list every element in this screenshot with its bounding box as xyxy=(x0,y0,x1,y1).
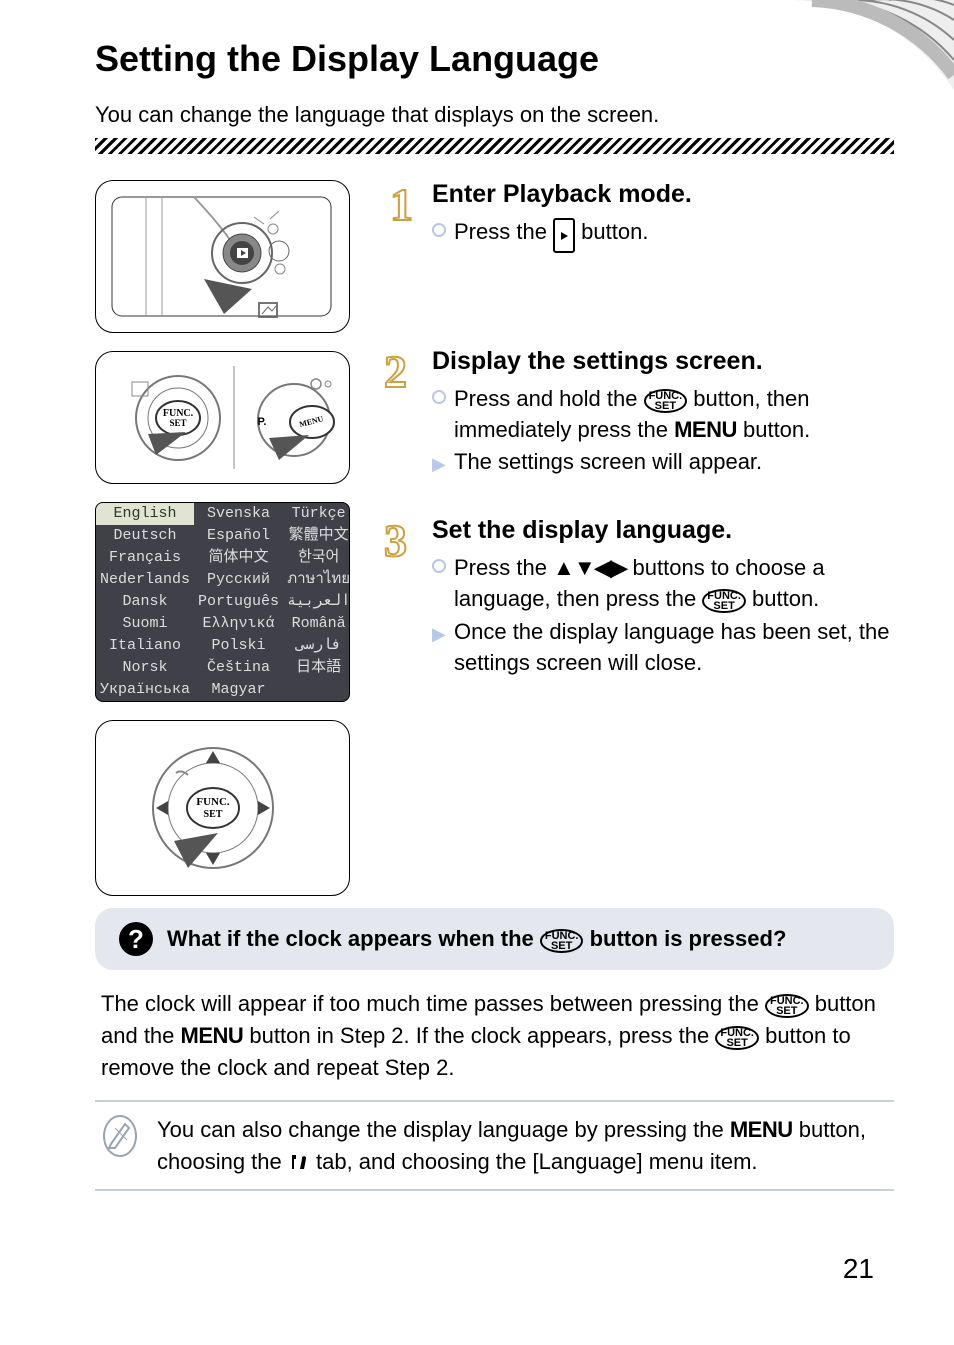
step-3-bullet-2: ▶ Once the display language has been set… xyxy=(432,617,894,679)
tip-heading-post: button is pressed? xyxy=(583,926,786,951)
arrow-bullet-icon: ▶ xyxy=(432,622,446,647)
step-3-heading: Set the display language. xyxy=(432,516,894,545)
illustration-playback xyxy=(95,180,350,333)
tip-heading-bar: ? What if the clock appears when the FUN… xyxy=(95,908,894,970)
page-number: 21 xyxy=(843,1253,874,1285)
step-number-2: 2 xyxy=(380,347,422,480)
language-cell: ภาษาไทย xyxy=(283,569,350,591)
func-set-icon: FUNC.SET xyxy=(715,1026,759,1050)
language-table: EnglishSvenskaTürkçe DeutschEspañol繁體中文 Fr… xyxy=(95,502,350,702)
language-cell: Русский xyxy=(194,569,283,591)
language-cell: Română xyxy=(283,613,350,635)
step-1-text-pre: Press the xyxy=(454,219,553,244)
tip-heading-pre: What if the clock appears when the xyxy=(167,926,540,951)
divider-hatch xyxy=(95,138,894,154)
illustration-wheel: FUNC. SET xyxy=(95,720,350,896)
step-number-3: 3 xyxy=(380,516,422,680)
language-cell: Dansk xyxy=(96,591,194,613)
left-column: FUNC. SET MENU P. EnglishSvenskaTürkçe De… xyxy=(95,180,350,896)
tip-body: The clock will appear if too much time p… xyxy=(95,988,894,1084)
language-cell: Deutsch xyxy=(96,525,194,547)
svg-text:P.: P. xyxy=(258,416,267,428)
step-3-result: Once the display language has been set, … xyxy=(454,617,894,679)
t: Press and hold the xyxy=(454,386,644,411)
tip-body-3: button in Step 2. If the clock appears, … xyxy=(243,1023,715,1048)
note-post: tab, and choosing the [Language] menu it… xyxy=(310,1149,758,1174)
t: button. xyxy=(746,586,819,611)
language-cell: Norsk xyxy=(96,657,194,679)
step-3-bullet-1: Press the ▲▼◀▶ buttons to choose a langu… xyxy=(432,553,894,615)
language-cell: Español xyxy=(194,525,283,547)
note-pre: You can also change the display language… xyxy=(157,1117,730,1142)
language-cell: Italiano xyxy=(96,635,194,657)
language-cell: Nederlands xyxy=(96,569,194,591)
illustration-func-menu: FUNC. SET MENU P. xyxy=(95,351,350,484)
func-set-icon: FUNC.SET xyxy=(765,994,809,1018)
playback-icon xyxy=(553,218,575,253)
func-set-icon: FUNC.SET xyxy=(540,929,584,953)
step-1-text-post: button. xyxy=(575,219,648,244)
t: Press the xyxy=(454,555,553,580)
question-icon: ? xyxy=(119,922,153,956)
language-cell: فارسی xyxy=(283,635,350,657)
step-2-bullet-1: Press and hold the FUNC.SET button, then… xyxy=(432,384,894,446)
language-cell: Ελληνικά xyxy=(194,613,283,635)
language-cell: 繁體中文 xyxy=(283,525,350,547)
bullet-icon xyxy=(432,559,446,573)
language-cell: Türkçe xyxy=(283,503,350,525)
svg-text:1: 1 xyxy=(390,180,413,230)
language-cell: English xyxy=(96,503,194,525)
language-cell: العربية xyxy=(283,591,350,613)
func-set-icon: FUNC.SET xyxy=(702,589,746,613)
step-2-bullet-2: ▶ The settings screen will appear. xyxy=(432,447,894,478)
tip-body-1: The clock will appear if too much time p… xyxy=(101,991,765,1016)
corner-decor xyxy=(734,0,954,120)
menu-icon: MENU xyxy=(181,1023,244,1048)
svg-text:SET: SET xyxy=(204,809,223,820)
dpad-icon: ▲▼◀▶ xyxy=(553,555,626,580)
svg-text:3: 3 xyxy=(384,516,407,566)
step-1-heading: Enter Playback mode. xyxy=(432,180,894,209)
t: button. xyxy=(737,417,810,442)
arrow-bullet-icon: ▶ xyxy=(432,452,446,477)
language-cell: Svenska xyxy=(194,503,283,525)
step-2: 2 Display the settings screen. Press and… xyxy=(380,347,894,480)
menu-icon: MENU xyxy=(730,1117,793,1142)
step-2-result: The settings screen will appear. xyxy=(454,447,762,478)
step-1: 1 Enter Playback mode. Press the button. xyxy=(380,180,894,255)
bullet-icon xyxy=(432,223,446,237)
right-column: 1 Enter Playback mode. Press the button. xyxy=(380,180,894,896)
pencil-icon xyxy=(101,1114,139,1178)
language-cell: Polski xyxy=(194,635,283,657)
step-number-1: 1 xyxy=(380,180,422,255)
func-set-icon: FUNC.SET xyxy=(644,389,688,413)
language-cell xyxy=(283,679,350,701)
bullet-icon xyxy=(432,390,446,404)
language-cell: Čeština xyxy=(194,657,283,679)
step-2-heading: Display the settings screen. xyxy=(432,347,894,376)
svg-text:FUNC.: FUNC. xyxy=(196,796,230,808)
step-1-bullet: Press the button. xyxy=(432,217,894,253)
language-cell: Українська xyxy=(96,679,194,701)
language-cell: Français xyxy=(96,547,194,569)
language-cell: Português xyxy=(194,591,283,613)
language-cell: 日本語 xyxy=(283,657,350,679)
menu-icon: MENU xyxy=(674,417,737,442)
step-3: 3 Set the display language. Press the ▲▼… xyxy=(380,516,894,680)
language-cell: 简体中文 xyxy=(194,547,283,569)
svg-text:2: 2 xyxy=(384,347,407,397)
language-cell: 한국어 xyxy=(283,547,350,569)
language-cell: Suomi xyxy=(96,613,194,635)
note-bar: You can also change the display language… xyxy=(95,1100,894,1192)
wrench-hammer-icon xyxy=(288,1149,310,1174)
svg-text:SET: SET xyxy=(169,418,186,428)
language-cell: Magyar xyxy=(194,679,283,701)
